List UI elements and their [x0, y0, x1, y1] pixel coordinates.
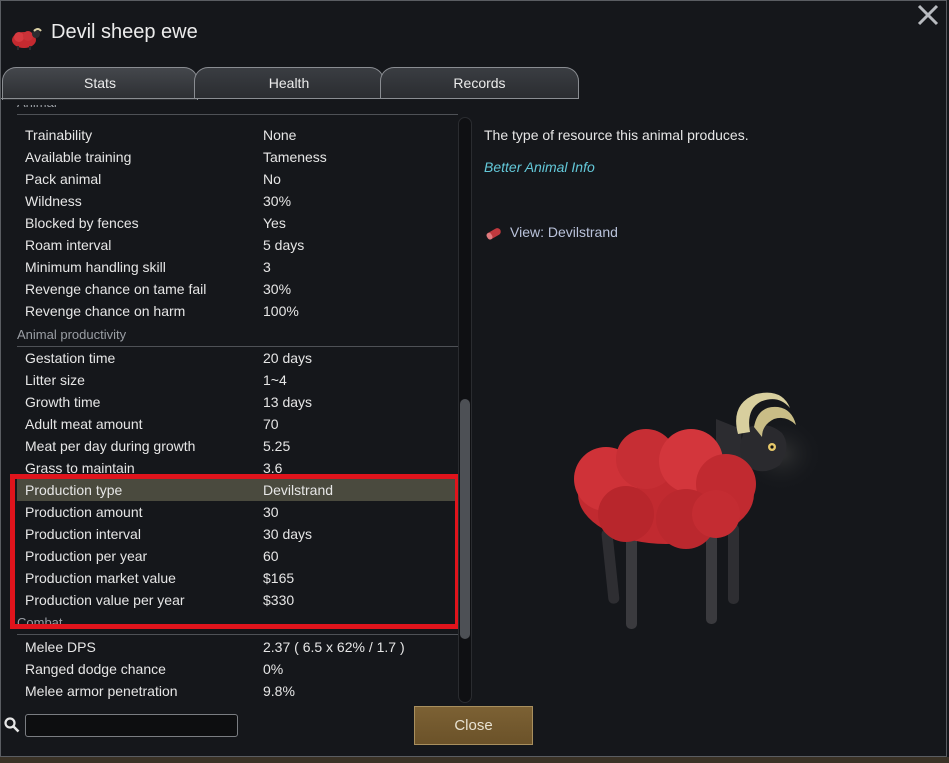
stat-label: Available training — [25, 149, 132, 165]
tab-health[interactable]: Health — [194, 67, 384, 99]
stat-label: Meat per day during growth — [25, 438, 196, 454]
section-animal: Animal — [17, 105, 458, 115]
stat-value: 30% — [263, 193, 292, 209]
stat-row[interactable]: Production per year 60 — [17, 545, 457, 567]
stat-value: 5.25 — [263, 438, 291, 454]
tab-label: Health — [268, 75, 310, 91]
tab-label: Stats — [84, 75, 116, 91]
better-animal-info-link[interactable]: Better Animal Info — [484, 159, 595, 175]
stat-label: Ranged dodge chance — [25, 661, 166, 677]
stat-label: Trainability — [25, 127, 93, 143]
stat-value: 3.6 — [263, 460, 283, 476]
stat-row[interactable]: Trainability None — [17, 124, 457, 146]
tab-records[interactable]: Records — [380, 67, 579, 99]
devilstrand-icon — [486, 228, 501, 240]
search-input[interactable] — [25, 714, 238, 737]
stat-value: None — [263, 127, 297, 143]
animal-info-window: Devil sheep ewe Stats Health Records Ani… — [0, 0, 947, 757]
stat-label: Grass to maintain — [25, 460, 135, 476]
stat-label: Production market value — [25, 570, 176, 586]
stat-label: Production value per year — [25, 592, 185, 608]
stat-label: Production interval — [25, 526, 141, 542]
stat-row[interactable]: Production market value $165 — [17, 567, 457, 589]
stat-row[interactable]: Adult meat amount 70 — [17, 413, 457, 435]
stat-value: 70 — [263, 416, 279, 432]
background-strip — [0, 757, 949, 763]
stat-value: 3 — [263, 259, 271, 275]
stat-label: Gestation time — [25, 350, 116, 366]
stat-row[interactable]: Production value per year $330 — [17, 589, 457, 611]
stat-value: 1~4 — [263, 372, 287, 388]
stat-value: No — [263, 171, 281, 187]
stat-value: 5 days — [263, 237, 305, 253]
stat-row[interactable]: Pack animal No — [17, 168, 457, 190]
stat-value: $165 — [263, 570, 295, 586]
stat-row[interactable]: Melee DPS 2.37 ( 6.5 x 62% / 1.7 ) — [17, 636, 457, 658]
stat-value: 9.8% — [263, 683, 295, 699]
stat-label: Revenge chance on tame fail — [25, 281, 207, 297]
stat-value: $330 — [263, 592, 295, 608]
stat-label: Production per year — [25, 548, 148, 564]
close-button[interactable]: Close — [414, 706, 533, 745]
stats-list[interactable]: Animal Trainability None Available traini… — [9, 105, 458, 703]
stat-label: Revenge chance on harm — [25, 303, 186, 319]
stat-value: 20 days — [263, 350, 313, 366]
stat-value: 30 days — [263, 526, 313, 542]
close-icon[interactable] — [916, 3, 940, 27]
stat-row-selected[interactable]: Production type Devilstrand — [17, 479, 457, 501]
stat-label: Pack animal — [25, 171, 102, 187]
stat-value: 13 days — [263, 394, 313, 410]
section-combat: Combat — [17, 613, 458, 635]
stat-description: The type of resource this animal produce… — [484, 127, 749, 143]
stat-row[interactable]: Production amount 30 — [17, 501, 457, 523]
window-title: Devil sheep ewe — [51, 21, 198, 43]
tab-stats[interactable]: Stats — [2, 67, 198, 100]
stat-label: Litter size — [25, 372, 85, 388]
stat-label: Melee DPS — [25, 639, 96, 655]
scrollbar-thumb[interactable] — [460, 399, 470, 639]
stat-row[interactable]: Litter size 1~4 — [17, 369, 457, 391]
close-button-label: Close — [454, 717, 493, 734]
stat-row[interactable]: Available training Tameness — [17, 146, 457, 168]
stat-row[interactable]: Gestation time 20 days — [17, 347, 457, 369]
stat-value: 60 — [263, 548, 279, 564]
stat-label: Minimum handling skill — [25, 259, 166, 275]
search-icon — [4, 717, 20, 733]
stat-row[interactable]: Wildness 30% — [17, 190, 457, 212]
stat-label: Production type — [25, 482, 123, 498]
stat-row[interactable]: Grass to maintain 3.6 — [17, 457, 457, 479]
tab-label: Records — [453, 75, 506, 91]
stat-row[interactable]: Roam interval 5 days — [17, 234, 457, 256]
stat-row[interactable]: Blocked by fences Yes — [17, 212, 457, 234]
stat-row[interactable]: Meat per day during growth 5.25 — [17, 435, 457, 457]
stat-value: 30 — [263, 504, 279, 520]
stat-value: Yes — [263, 215, 286, 231]
stat-value: 100% — [263, 303, 299, 319]
stat-label: Growth time — [25, 394, 101, 410]
stat-label: Production amount — [25, 504, 143, 520]
tabs-divider — [1, 98, 579, 99]
stat-label: Wildness — [25, 193, 82, 209]
view-link-label: View: Devilstrand — [510, 224, 618, 240]
stat-row[interactable]: Revenge chance on tame fail 30% — [17, 278, 457, 300]
stat-row[interactable]: Ranged dodge chance 0% — [17, 658, 457, 680]
stat-value: Devilstrand — [263, 482, 334, 498]
stat-value: 2.37 ( 6.5 x 62% / 1.7 ) — [263, 639, 405, 655]
stat-value: Tameness — [263, 149, 327, 165]
devil-sheep-image — [574, 392, 823, 629]
stat-row[interactable]: Growth time 13 days — [17, 391, 457, 413]
stat-label: Blocked by fences — [25, 215, 139, 231]
stat-label: Melee armor penetration — [25, 683, 178, 699]
section-animal-productivity: Animal productivity — [17, 325, 458, 347]
stat-row[interactable]: Revenge chance on harm 100% — [17, 300, 457, 322]
stat-row[interactable]: Minimum handling skill 3 — [17, 256, 457, 278]
stat-value: 0% — [263, 661, 284, 677]
devil-sheep-icon — [12, 28, 42, 50]
stat-label: Adult meat amount — [25, 416, 143, 432]
stat-label: Roam interval — [25, 237, 112, 253]
stat-row[interactable]: Melee armor penetration 9.8% — [17, 680, 457, 702]
stat-value: 30% — [263, 281, 292, 297]
stat-row[interactable]: Production interval 30 days — [17, 523, 457, 545]
